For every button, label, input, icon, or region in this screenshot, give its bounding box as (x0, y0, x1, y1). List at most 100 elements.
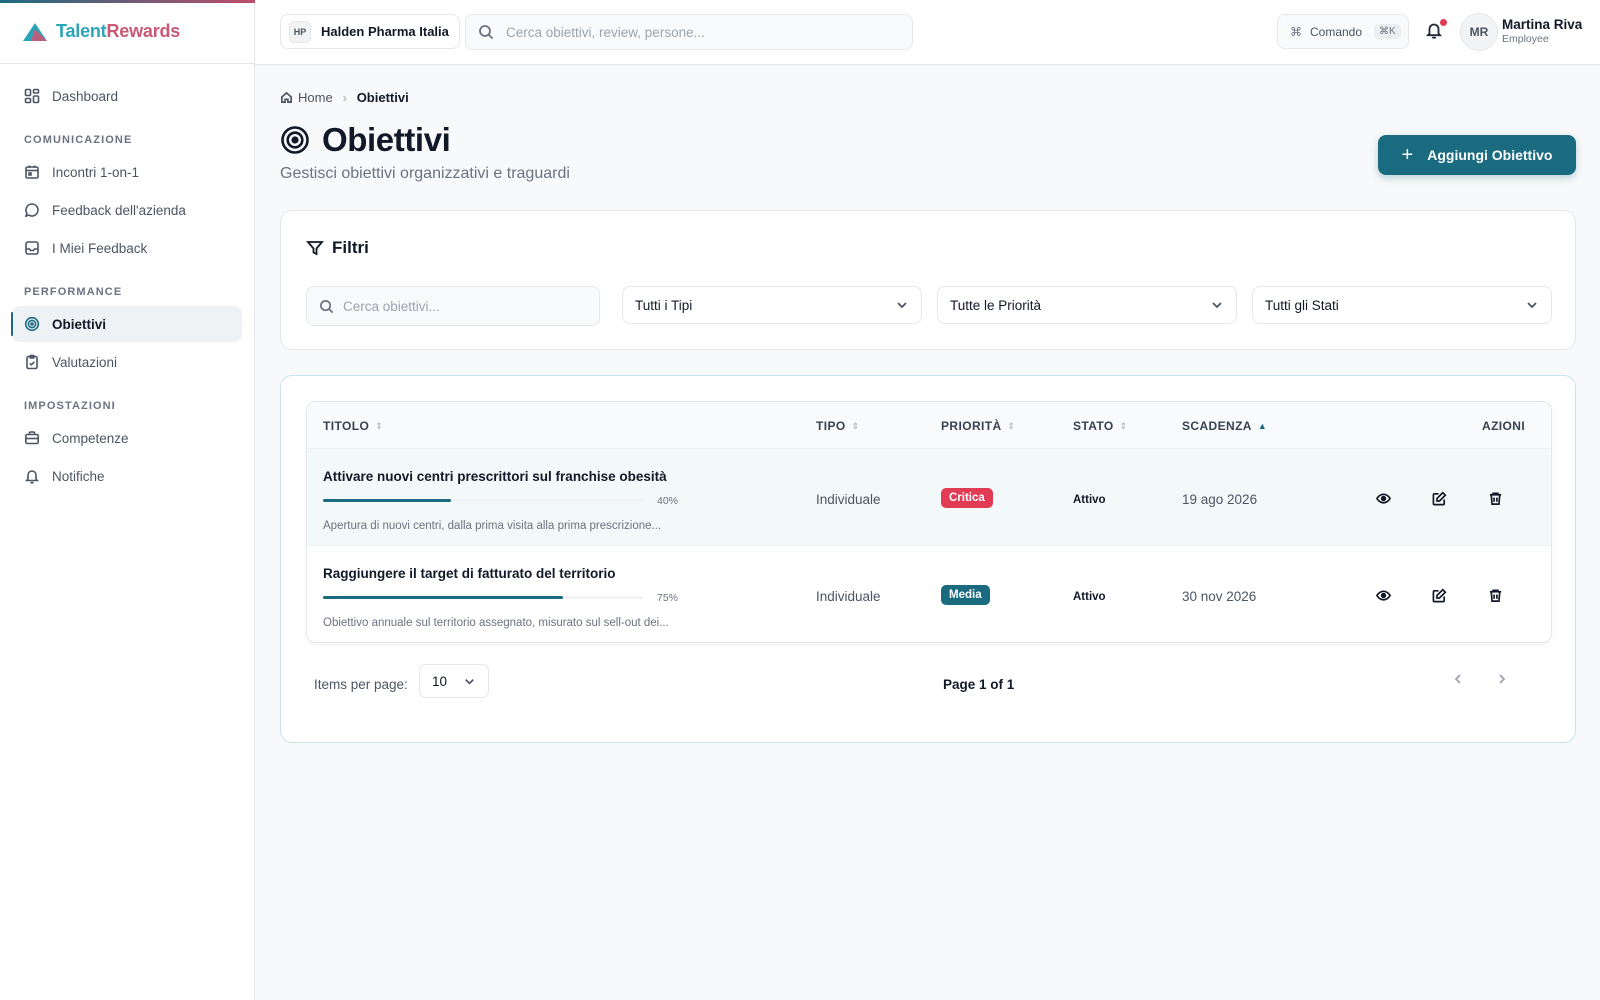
filter-icon (306, 241, 324, 256)
breadcrumb-home[interactable]: Home (298, 90, 333, 105)
edit-button[interactable] (1432, 588, 1450, 606)
filter-search-input[interactable] (343, 298, 583, 314)
sidebar-item-feedback-azienda[interactable]: Feedback dell'azienda (12, 192, 242, 228)
briefcase-icon (24, 431, 39, 445)
deadline-date: 19 ago 2026 (1182, 492, 1258, 507)
edit-icon (1432, 491, 1447, 506)
filters-card: Filtri Tutti i Tipi Tutte le Priorità Tu… (280, 210, 1576, 350)
sidebar-item-miei-feedback[interactable]: I Miei Feedback (12, 230, 242, 266)
user-role: Employee (1502, 33, 1549, 45)
trash-icon (1489, 492, 1502, 505)
page-info: Page 1 of 1 (943, 677, 1015, 692)
objective-type: Individuale (816, 589, 881, 604)
items-per-page-label: Items per page: (314, 677, 408, 692)
sidebar-section-title: PERFORMANCE (24, 286, 123, 298)
brand[interactable]: TalentRewards (0, 0, 254, 64)
eye-icon (1375, 590, 1392, 601)
global-search[interactable] (465, 14, 913, 50)
brand-name-part2: Rewards (106, 21, 181, 41)
chevron-left-icon (1454, 674, 1461, 684)
type-filter-select[interactable]: Tutti i Tipi (622, 286, 922, 324)
status-filter-value: Tutti gli Stati (1265, 297, 1339, 313)
target-icon (24, 316, 40, 332)
previous-page-button[interactable] (1451, 672, 1467, 688)
org-switcher[interactable]: HP Halden Pharma Italia (280, 14, 460, 49)
progress-bar (323, 596, 643, 599)
sort-ascending-icon: ▲ (1257, 421, 1268, 431)
plus-icon: + (1401, 144, 1414, 166)
sidebar-item-label: Competenze (52, 430, 129, 446)
objectives-table: TITOLO ⇕ TIPO ⇕ PRIORITÀ ⇕ STATO ⇕ SCADENZA ▲… (306, 401, 1552, 643)
search-icon (479, 25, 494, 40)
calendar-icon (25, 165, 39, 179)
chevron-right-icon (1499, 674, 1506, 684)
edit-button[interactable] (1432, 491, 1450, 509)
user-name: Martina Riva (1502, 17, 1583, 32)
user-menu[interactable]: Martina Riva Employee (1502, 17, 1582, 45)
sidebar-item-dashboard[interactable]: Dashboard (12, 78, 242, 114)
sort-icon: ⇕ (1119, 420, 1128, 431)
column-header-priority[interactable]: PRIORITÀ ⇕ (941, 419, 1016, 433)
items-per-page-value: 10 (432, 673, 448, 689)
objective-description: Apertura di nuovi centri, dalla prima vi… (323, 520, 662, 532)
priority-filter-value: Tutte le Priorità (950, 297, 1042, 313)
table-header: TITOLO ⇕ TIPO ⇕ PRIORITÀ ⇕ STATO ⇕ SCADENZA ▲… (307, 402, 1551, 449)
priority-badge: Media (941, 585, 990, 605)
avatar[interactable]: MR (1460, 13, 1498, 51)
breadcrumb: Home › Obiettivi (280, 90, 1576, 105)
command-palette-button[interactable]: ⌘ Comando ⌘K (1277, 14, 1409, 49)
column-header-label: TIPO (816, 419, 846, 433)
table-row[interactable]: Attivare nuovi centri prescrittori sul f… (307, 449, 1551, 546)
type-filter-value: Tutti i Tipi (635, 297, 693, 313)
sidebar-section-title: COMUNICAZIONE (24, 134, 133, 146)
column-header-deadline[interactable]: SCADENZA ▲ (1182, 419, 1267, 433)
column-header-label: AZIONI (1482, 419, 1526, 433)
notifications-button[interactable] (1425, 19, 1447, 41)
column-header-type[interactable]: TIPO ⇕ (816, 419, 860, 433)
next-page-button[interactable] (1495, 672, 1511, 688)
sidebar-item-label: Obiettivi (52, 316, 107, 332)
topbar: HP Halden Pharma Italia ⌘ Comando ⌘K MR … (255, 0, 1600, 65)
column-header-status[interactable]: STATO ⇕ (1073, 419, 1128, 433)
delete-button[interactable] (1488, 588, 1506, 606)
column-header-label: TITOLO (323, 419, 370, 433)
status-filter-select[interactable]: Tutti gli Stati (1252, 286, 1552, 324)
chevron-down-icon (897, 302, 907, 309)
sort-icon: ⇕ (1007, 420, 1016, 431)
filter-search[interactable] (306, 286, 600, 326)
brand-name: TalentRewards (56, 21, 180, 42)
sidebar-item-valutazioni[interactable]: Valutazioni (12, 344, 242, 380)
command-icon: ⌘ (1290, 24, 1302, 39)
add-objective-button[interactable]: + Aggiungi Obiettivo (1378, 135, 1576, 175)
sidebar-item-label: Dashboard (52, 88, 119, 104)
delete-button[interactable] (1488, 491, 1506, 509)
clipboard-check-icon (26, 354, 38, 370)
objective-title[interactable]: Attivare nuovi centri prescrittori sul f… (323, 469, 667, 484)
objective-title[interactable]: Raggiungere il target di fatturato del t… (323, 566, 616, 581)
sidebar-item-obiettivi[interactable]: Obiettivi (11, 306, 242, 342)
status-text: Attivo (1073, 591, 1106, 603)
table-row[interactable]: Raggiungere il target di fatturato del t… (307, 546, 1551, 642)
filters-title: Filtri (332, 238, 369, 257)
objective-type: Individuale (816, 492, 881, 507)
bell-icon (24, 470, 40, 484)
view-button[interactable] (1375, 588, 1394, 606)
sidebar-item-notifiche[interactable]: Notifiche (12, 458, 242, 494)
sidebar-item-competenze[interactable]: Competenze (12, 420, 242, 456)
eye-icon (1375, 493, 1392, 504)
column-header-title[interactable]: TITOLO ⇕ (323, 419, 383, 433)
chevron-down-icon (1212, 302, 1222, 309)
priority-filter-select[interactable]: Tutte le Priorità (937, 286, 1237, 324)
chevron-right-icon: › (342, 90, 347, 105)
sidebar-item-label: Incontri 1-on-1 (52, 164, 140, 180)
sidebar-item-incontri[interactable]: Incontri 1-on-1 (12, 154, 242, 190)
priority-badge: Critica (941, 488, 993, 508)
column-header-label: PRIORITÀ (941, 419, 1002, 433)
items-per-page-select[interactable]: 10 (419, 664, 489, 698)
page-title: Obiettivi (322, 121, 451, 158)
view-button[interactable] (1375, 491, 1394, 509)
sort-icon: ⇕ (851, 420, 860, 431)
search-icon (320, 299, 334, 313)
global-search-input[interactable] (506, 24, 886, 40)
chevron-down-icon (465, 678, 474, 685)
